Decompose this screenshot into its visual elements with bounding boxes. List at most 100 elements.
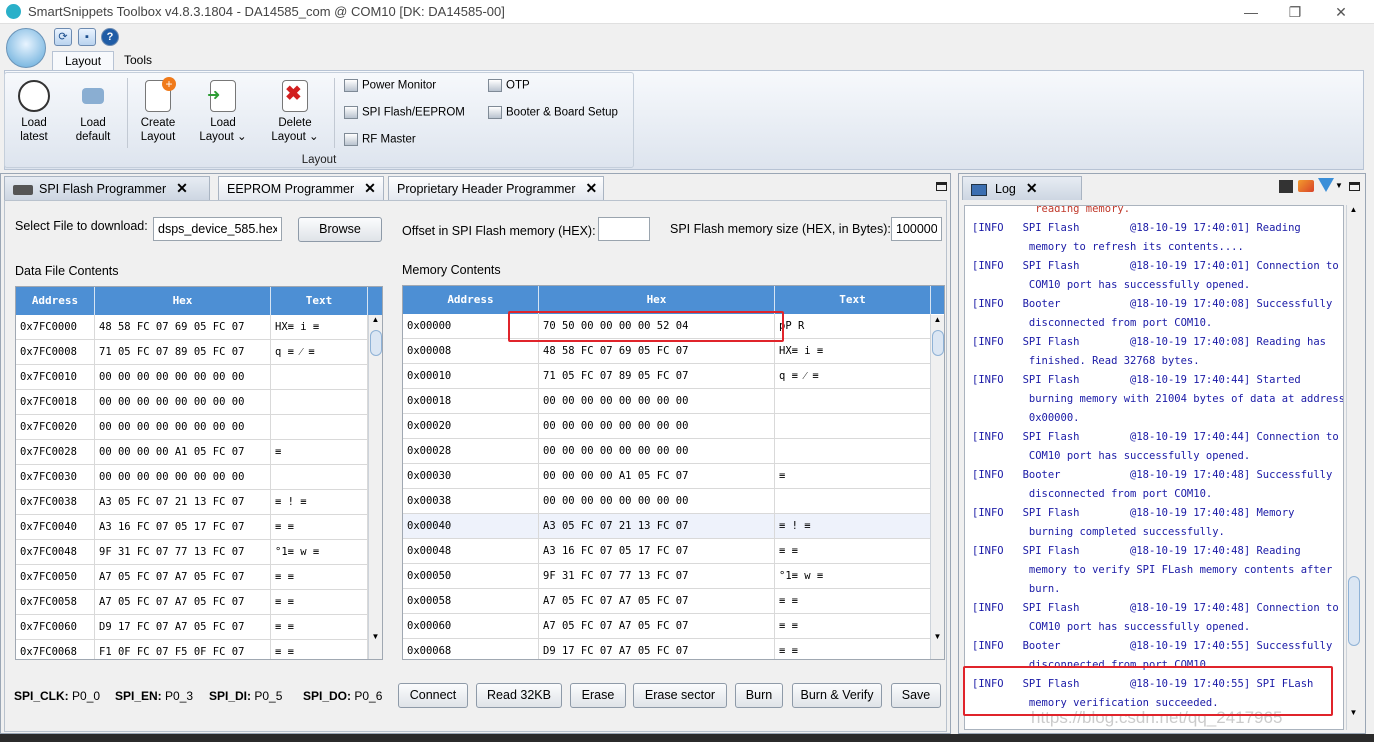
hex-cell: D9 17 FC 07 A7 05 FC 07 — [95, 615, 271, 639]
power-monitor-button[interactable]: Power Monitor — [344, 79, 436, 92]
table-row[interactable]: 0x7FC0020 00 00 00 00 00 00 00 00 — [16, 415, 382, 440]
scroll-thumb[interactable] — [932, 330, 944, 356]
close-tab-icon[interactable]: ✕ — [586, 180, 598, 196]
tab-spi-flash-programmer[interactable]: SPI Flash Programmer ✕ — [4, 176, 210, 200]
maximize-panel-icon[interactable] — [936, 182, 947, 191]
scroll-down-icon[interactable]: ▼ — [369, 632, 382, 641]
table-row[interactable]: 0x00008 48 58 FC 07 69 05 FC 07 HX≡ i ≡ — [403, 339, 944, 364]
table-row[interactable]: 0x00048 A3 16 FC 07 05 17 FC 07 ≡ ≡ — [403, 539, 944, 564]
otp-button[interactable]: OTP — [488, 79, 530, 92]
spi-flash-eeprom-button[interactable]: SPI Flash/EEPROM — [344, 106, 465, 119]
data-file-scrollbar[interactable]: ▲ ▼ — [368, 315, 382, 659]
offset-input[interactable] — [598, 217, 650, 241]
log-line: [INFO Booter @18-10-19 17:40:08] Success… — [972, 298, 1333, 310]
connect-button[interactable]: Connect — [398, 683, 468, 708]
load-layout-button[interactable]: ➜ Load Layout ⌄ — [198, 80, 248, 144]
hex-cell: 00 00 00 00 00 00 00 00 — [95, 415, 271, 439]
filter-dropdown-icon[interactable]: ▼ — [1335, 181, 1343, 190]
restore-button[interactable]: ❐ — [1280, 2, 1310, 22]
load-default-button[interactable]: Load default — [70, 80, 116, 144]
table-row[interactable]: 0x7FC0008 71 05 FC 07 89 05 FC 07 q ≡ ⁄ ≡ — [16, 340, 382, 365]
tab-log[interactable]: Log ✕ — [962, 176, 1082, 200]
memory-size-input[interactable] — [891, 217, 942, 241]
address-cell: 0x00058 — [403, 589, 539, 613]
log-line: [INFO Booter @18-10-19 17:40:48] Success… — [972, 469, 1333, 481]
log-line: burn. — [972, 583, 1061, 595]
hex-cell: A3 16 FC 07 05 17 FC 07 — [95, 515, 271, 539]
table-row[interactable]: 0x00040 A3 05 FC 07 21 13 FC 07 ≡ ! ≡ — [403, 514, 944, 539]
burn-button[interactable]: Burn — [735, 683, 783, 708]
table-row[interactable]: 0x00068 D9 17 FC 07 A7 05 FC 07 ≡ ≡ — [403, 639, 944, 659]
table-row[interactable]: 0x00038 00 00 00 00 00 00 00 00 — [403, 489, 944, 514]
help-icon[interactable]: ? — [101, 28, 119, 46]
table-row[interactable]: 0x7FC0060 D9 17 FC 07 A7 05 FC 07 ≡ ≡ — [16, 615, 382, 640]
memory-scrollbar[interactable]: ▲ ▼ — [930, 315, 944, 659]
tab-proprietary-header-programmer[interactable]: Proprietary Header Programmer ✕ — [388, 176, 604, 200]
table-row[interactable]: 0x7FC0000 48 58 FC 07 69 05 FC 07 HX≡ i ≡ — [16, 315, 382, 340]
table-row[interactable]: 0x00050 9F 31 FC 07 77 13 FC 07 °1≡ w ≡ — [403, 564, 944, 589]
table-row[interactable]: 0x7FC0030 00 00 00 00 00 00 00 00 — [16, 465, 382, 490]
scroll-down-icon[interactable]: ▼ — [931, 632, 944, 641]
clear-log-icon[interactable] — [1298, 180, 1314, 192]
erase-sector-button[interactable]: Erase sector — [633, 683, 727, 708]
scroll-thumb[interactable] — [1348, 576, 1360, 646]
close-tab-icon[interactable]: ✕ — [1026, 180, 1038, 196]
filter-icon[interactable] — [1318, 178, 1334, 192]
text-cell: ≡ ≡ — [271, 640, 368, 659]
minimize-button[interactable]: — — [1236, 2, 1266, 22]
browse-button[interactable]: Browse — [298, 217, 382, 242]
refresh-icon[interactable]: ⟳ — [54, 28, 72, 46]
table-row[interactable]: 0x00028 00 00 00 00 00 00 00 00 — [403, 439, 944, 464]
table-row[interactable]: 0x7FC0038 A3 05 FC 07 21 13 FC 07 ≡ ! ≡ — [16, 490, 382, 515]
memory-size-label: SPI Flash memory size (HEX, in Bytes): — [670, 222, 891, 236]
table-row[interactable]: 0x7FC0010 00 00 00 00 00 00 00 00 — [16, 365, 382, 390]
save-icon[interactable]: ▪ — [78, 28, 96, 46]
close-tab-icon[interactable]: ✕ — [364, 180, 376, 196]
scroll-down-icon[interactable]: ▼ — [1347, 708, 1360, 717]
hex-cell: A3 16 FC 07 05 17 FC 07 — [539, 539, 775, 563]
load-latest-button[interactable]: Load latest — [12, 80, 56, 144]
close-tab-icon[interactable]: ✕ — [176, 180, 188, 196]
table-row[interactable]: 0x00020 00 00 00 00 00 00 00 00 — [403, 414, 944, 439]
rf-master-button[interactable]: RF Master — [344, 133, 416, 146]
ribbon-tab-tools[interactable]: Tools — [112, 51, 164, 70]
table-row[interactable]: 0x7FC0048 9F 31 FC 07 77 13 FC 07 °1≡ w ≡ — [16, 540, 382, 565]
table-row[interactable]: 0x7FC0018 00 00 00 00 00 00 00 00 — [16, 390, 382, 415]
table-row[interactable]: 0x00018 00 00 00 00 00 00 00 00 — [403, 389, 944, 414]
text-cell: q ≡ ⁄ ≡ — [775, 364, 931, 388]
scroll-thumb[interactable] — [370, 330, 382, 356]
scroll-up-icon[interactable]: ▲ — [1347, 205, 1360, 214]
table-row[interactable]: 0x00010 71 05 FC 07 89 05 FC 07 q ≡ ⁄ ≡ — [403, 364, 944, 389]
close-window-button[interactable]: ✕ — [1326, 2, 1356, 22]
table-row[interactable]: 0x7FC0040 A3 16 FC 07 05 17 FC 07 ≡ ≡ — [16, 515, 382, 540]
save-button[interactable]: Save — [891, 683, 941, 708]
scroll-up-icon[interactable]: ▲ — [931, 315, 944, 324]
booter-board-setup-button[interactable]: Booter & Board Setup — [488, 106, 618, 119]
table-row[interactable]: 0x7FC0058 A7 05 FC 07 A7 05 FC 07 ≡ ≡ — [16, 590, 382, 615]
delete-layout-button[interactable]: ✖ Delete Layout ⌄ — [270, 80, 320, 144]
data-file-table[interactable]: Address Hex Text 0x7FC0000 48 58 FC 07 69… — [15, 286, 383, 660]
maximize-log-icon[interactable] — [1349, 182, 1360, 191]
save-log-icon[interactable] — [1279, 180, 1293, 193]
burn-verify-button[interactable]: Burn & Verify — [792, 683, 882, 708]
table-row[interactable]: 0x00058 A7 05 FC 07 A7 05 FC 07 ≡ ≡ — [403, 589, 944, 614]
log-scrollbar[interactable]: ▲ ▼ — [1346, 205, 1360, 730]
erase-button[interactable]: Erase — [570, 683, 626, 708]
table-row[interactable]: 0x7FC0028 00 00 00 00 A1 05 FC 07 ≡ — [16, 440, 382, 465]
table-row[interactable]: 0x7FC0050 A7 05 FC 07 A7 05 FC 07 ≡ ≡ — [16, 565, 382, 590]
tab-eeprom-programmer[interactable]: EEPROM Programmer ✕ — [218, 176, 384, 200]
read-32kb-button[interactable]: Read 32KB — [476, 683, 562, 708]
ribbon-tab-layout[interactable]: Layout — [52, 51, 115, 70]
title-bar: SmartSnippets Toolbox v4.8.3.1804 - DA14… — [0, 0, 1374, 24]
scroll-up-icon[interactable]: ▲ — [369, 315, 382, 324]
application-menu-button[interactable] — [6, 28, 46, 68]
create-layout-button[interactable]: + Create Layout — [136, 77, 180, 144]
log-line: COM10 port has successfully opened. — [972, 450, 1251, 462]
hex-cell: 00 00 00 00 00 00 00 00 — [95, 465, 271, 489]
table-row[interactable]: 0x00060 A7 05 FC 07 A7 05 FC 07 ≡ ≡ — [403, 614, 944, 639]
table-row[interactable]: 0x7FC0068 F1 0F FC 07 F5 0F FC 07 ≡ ≡ — [16, 640, 382, 659]
file-path-input[interactable] — [153, 217, 282, 241]
log-output[interactable]: reading memory. [INFO SPI Flash @18-10-19… — [964, 205, 1344, 730]
log-line: finished. Read 32768 bytes. — [972, 355, 1200, 367]
table-row[interactable]: 0x00030 00 00 00 00 A1 05 FC 07 ≡ — [403, 464, 944, 489]
